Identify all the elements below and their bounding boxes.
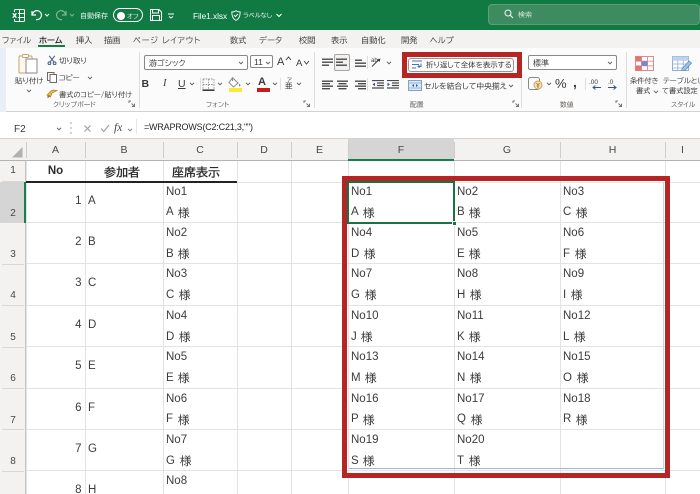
svg-text:.00: .00 — [589, 79, 598, 86]
svg-text:.0: .0 — [608, 79, 614, 86]
svg-text:ab: ab — [371, 58, 378, 64]
